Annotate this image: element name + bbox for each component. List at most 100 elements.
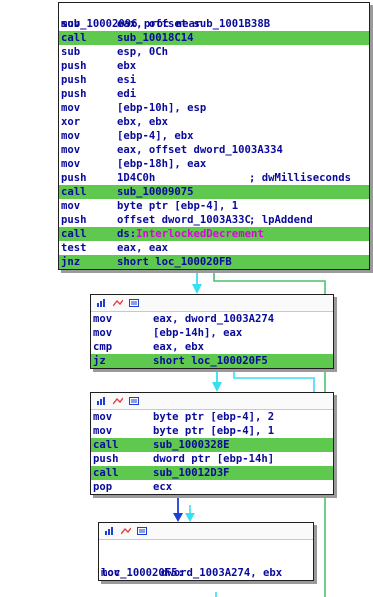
code-block-entry[interactable]: sub_10002096 proc near mov eax, offset su…: [58, 2, 370, 270]
instruction-row[interactable]: push edi: [59, 87, 369, 101]
instruction-operand[interactable]: byte ptr [ebp-4], 2: [153, 410, 274, 424]
instruction-operand[interactable]: short loc_100020F5: [153, 354, 268, 368]
instruction-operand[interactable]: ebx: [117, 59, 136, 73]
instruction-mnemonic: test: [61, 242, 87, 254]
graph-nodes-icon[interactable]: [113, 397, 123, 405]
graph-text-icon[interactable]: [129, 397, 139, 405]
instruction-row[interactable]: sub esp, 0Ch: [59, 45, 369, 59]
instruction-operand[interactable]: eax, eax: [117, 241, 168, 255]
instruction-row[interactable]: mov eax, offset dword_1003A334: [59, 143, 369, 157]
graph-color-icon[interactable]: [105, 527, 115, 535]
instruction-row[interactable]: mov [ebp-18h], eax: [59, 157, 369, 171]
operand-text: sub_1000328E: [153, 439, 230, 451]
operand-text: esp, 0Ch: [117, 46, 169, 58]
instruction-mnemonic: call: [93, 467, 119, 479]
instruction-row[interactable]: jnz short loc_100020FB: [59, 255, 369, 269]
instruction-row[interactable]: push ebx: [59, 59, 369, 73]
instruction-row[interactable]: push dword ptr [ebp-14h]: [91, 452, 333, 466]
instruction-operand[interactable]: eax, offset dword_1003A334: [117, 143, 283, 157]
instruction-operand[interactable]: sub_1000328E: [153, 438, 230, 452]
instruction-operand[interactable]: eax, dword_1003A274: [153, 312, 274, 326]
instruction-row[interactable]: call ds:InterlockedDecrement: [59, 227, 369, 241]
code-block-3[interactable]: mov byte ptr [ebp-4], 2 mov byte ptr [ebp-4…: [90, 392, 334, 495]
operand-text: [ebp-14h], eax: [153, 327, 243, 339]
instruction-row[interactable]: mov dword_1003A274, ebx: [99, 566, 313, 580]
instruction-operand[interactable]: ecx: [153, 480, 172, 494]
instruction-row[interactable]: push 1D4C0h ; dwMilliseconds: [59, 171, 369, 185]
graph-text-icon[interactable]: [129, 299, 139, 307]
graph-color-icon[interactable]: [97, 397, 107, 405]
operand-text: sub_10012D3F: [153, 467, 230, 479]
instruction-row[interactable]: mov byte ptr [ebp-4], 1: [59, 199, 369, 213]
instruction-row[interactable]: pop ecx: [91, 480, 333, 494]
instruction-mnemonic: pop: [93, 481, 113, 493]
operand-text: eax, offset dword_1003A334: [117, 144, 283, 156]
instruction-operand[interactable]: 1D4C0h: [117, 171, 155, 185]
instruction-operand[interactable]: [ebp-10h], esp: [117, 101, 206, 115]
edge-arrow: [192, 284, 202, 294]
instruction-operand[interactable]: ebx, ebx: [117, 115, 168, 129]
graph-text-icon[interactable]: [137, 527, 147, 535]
instruction-row[interactable]: call sub_1000328E: [91, 438, 333, 452]
instruction-mnemonic: push: [93, 453, 119, 465]
instruction-row[interactable]: mov eax, offset sub_1001B38B: [59, 17, 369, 31]
instruction-mnemonic: mov: [93, 425, 113, 437]
instruction-operand[interactable]: esp, 0Ch: [117, 45, 168, 59]
instruction-row[interactable]: mov eax, dword_1003A274: [91, 312, 333, 326]
instruction-mnemonic: mov: [61, 200, 81, 212]
instruction-mnemonic: mov: [93, 327, 113, 339]
operand-text: eax, offset sub_1001B38B: [117, 18, 271, 30]
instruction-mnemonic: mov: [61, 158, 81, 170]
graph-nodes-icon[interactable]: [113, 299, 123, 307]
instruction-operand[interactable]: esi: [117, 73, 136, 87]
instruction-row[interactable]: mov [ebp-14h], eax: [91, 326, 333, 340]
instruction-row[interactable]: push esi: [59, 73, 369, 87]
instruction-operand[interactable]: offset dword_1003A33C: [117, 213, 251, 227]
instruction-mnemonic: push: [61, 60, 87, 72]
instruction-row[interactable]: mov [ebp-10h], esp: [59, 101, 369, 115]
operand-text: eax, ebx: [153, 341, 205, 353]
instruction-row[interactable]: mov byte ptr [ebp-4], 1: [91, 424, 333, 438]
instruction-row[interactable]: test eax, eax: [59, 241, 369, 255]
instruction-operand[interactable]: [ebp-14h], eax: [153, 326, 242, 340]
instruction-row[interactable]: mov [ebp-4], ebx: [59, 129, 369, 143]
instruction-operand[interactable]: eax, offset sub_1001B38B: [117, 17, 270, 31]
instruction-operand[interactable]: ds:InterlockedDecrement: [117, 227, 264, 241]
instruction-operand[interactable]: edi: [117, 87, 136, 101]
instruction-mnemonic: mov: [61, 144, 81, 156]
instruction-row[interactable]: jz short loc_100020F5: [91, 354, 333, 368]
graph-color-icon[interactable]: [97, 299, 107, 307]
instruction-mnemonic: mov: [61, 130, 81, 142]
operand-text: edi: [117, 88, 137, 100]
instruction-mnemonic: call: [93, 439, 119, 451]
instruction-row[interactable]: push offset dword_1003A33C; lpAddend: [59, 213, 369, 227]
instruction-operand[interactable]: dword_1003A274, ebx: [161, 566, 282, 580]
code-block-4[interactable]: loc_100020F5: mov dword_1003A274, ebx: [98, 522, 314, 581]
graph-nodes-icon[interactable]: [121, 527, 131, 535]
instruction-operand[interactable]: sub_10009075: [117, 185, 194, 199]
instruction-row[interactable]: xor ebx, ebx: [59, 115, 369, 129]
api-import-name[interactable]: InterlockedDecrement: [136, 228, 264, 240]
instruction-operand[interactable]: eax, ebx: [153, 340, 204, 354]
instruction-row[interactable]: call sub_10012D3F: [91, 466, 333, 480]
instruction-operand[interactable]: sub_10018C14: [117, 31, 194, 45]
instruction-operand[interactable]: short loc_100020FB: [117, 255, 232, 269]
instruction-operand[interactable]: [ebp-18h], eax: [117, 157, 206, 171]
instruction-operand[interactable]: sub_10012D3F: [153, 466, 230, 480]
instruction-mnemonic: jnz: [61, 256, 81, 268]
instruction-row[interactable]: call sub_10018C14: [59, 31, 369, 45]
instruction-mnemonic: call: [61, 186, 87, 198]
instruction-operand[interactable]: dword ptr [ebp-14h]: [153, 452, 274, 466]
instruction-row[interactable]: cmp eax, ebx: [91, 340, 333, 354]
instruction-mnemonic: push: [61, 214, 87, 226]
instruction-operand[interactable]: [ebp-4], ebx: [117, 129, 194, 143]
instruction-operand[interactable]: byte ptr [ebp-4], 1: [153, 424, 274, 438]
instruction-row[interactable]: mov byte ptr [ebp-4], 2: [91, 410, 333, 424]
code-block-2[interactable]: mov eax, dword_1003A274 mov [ebp-14h], eax c…: [90, 294, 334, 369]
instruction-operand[interactable]: byte ptr [ebp-4], 1: [117, 199, 238, 213]
instruction-row[interactable]: call sub_10009075: [59, 185, 369, 199]
operand-text: offset dword_1003A33C: [117, 214, 251, 226]
operand-text: dword ptr [ebp-14h]: [153, 453, 275, 465]
instruction-mnemonic: mov: [61, 102, 81, 114]
